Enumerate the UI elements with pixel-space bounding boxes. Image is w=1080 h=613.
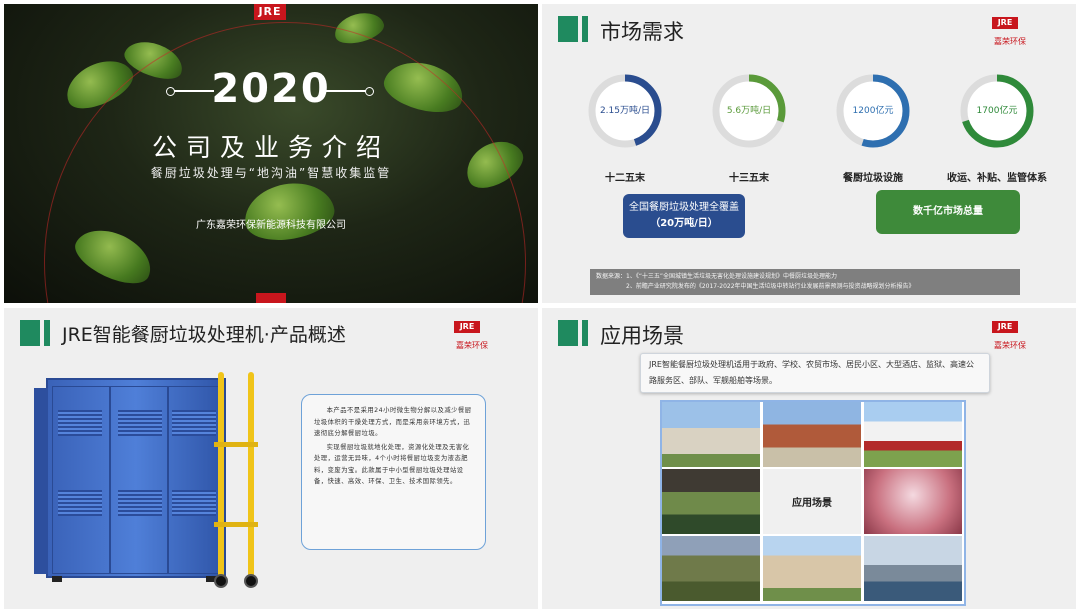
machine-vent bbox=[118, 490, 162, 516]
slide-cover: JRE 2020 公司及业务介绍 餐厨垃圾处理与“地沟油”智慧收集监管 广东嘉荣… bbox=[4, 4, 538, 303]
header-logo: JRE 嘉荣环保 bbox=[992, 17, 1050, 46]
lifter-crossbar bbox=[214, 522, 258, 527]
coverage-button-line1: 全国餐厨垃圾处理全覆盖 bbox=[629, 202, 739, 213]
cover-year: 2020 bbox=[211, 66, 331, 112]
company-logo-text: 嘉荣环保 bbox=[994, 341, 1026, 350]
header-square bbox=[558, 16, 578, 42]
gauge-label: 收运、补贴、监管体系 bbox=[947, 173, 1047, 184]
jre-logo: JRE bbox=[992, 17, 1018, 29]
jre-logo: JRE bbox=[992, 321, 1018, 333]
company-logo-text: 嘉荣环保 bbox=[456, 341, 488, 350]
cover-title: 公司及业务介绍 bbox=[151, 133, 390, 162]
gauge-value: 1200亿元 bbox=[852, 106, 894, 116]
slide-title: JRE智能餐厨垃圾处理机·产品概述 bbox=[62, 324, 346, 346]
header-square-small bbox=[582, 320, 588, 346]
jre-logo: JRE bbox=[454, 321, 480, 333]
residential-community-photo bbox=[763, 536, 861, 601]
machine-foot bbox=[52, 576, 62, 582]
machine-vent bbox=[118, 410, 162, 436]
gauge-label: 十二五末 bbox=[605, 173, 645, 184]
bin-lifter-frame-image bbox=[214, 372, 258, 588]
product-description-paragraph: 实现餐厨垃圾就地化处理，资源化处理及无害化处理，运营无异味，4个小时将餐厨垃圾变… bbox=[314, 443, 470, 486]
lifter-rail bbox=[248, 372, 254, 584]
company-name: 广东嘉荣环保新能源科技有限公司 bbox=[196, 220, 346, 231]
market-total-button[interactable]: 数千亿市场总量 bbox=[876, 190, 1020, 234]
header-square bbox=[20, 320, 40, 346]
hotel-banquet-photo bbox=[864, 469, 962, 534]
gauge-label: 餐厨垃圾设施 bbox=[843, 173, 903, 184]
lifter-wheel bbox=[214, 574, 228, 588]
data-source-line2: 2、前瞻产业研究院发布的《2017-2022年中国生活垃圾中转站行业发展前景预测… bbox=[626, 283, 915, 290]
coverage-button[interactable]: 全国餐厨垃圾处理全覆盖 （20万吨/日） bbox=[623, 194, 745, 238]
header-square-small bbox=[44, 320, 50, 346]
lifter-wheel bbox=[244, 574, 258, 588]
army-photo bbox=[662, 536, 760, 601]
gauge-label: 十三五末 bbox=[729, 173, 769, 184]
gauge-value: 5.6万吨/日 bbox=[726, 106, 772, 116]
product-description-paragraph: 本产品不是采用24小时微生物分解以及减少餐厨垃圾体积的干燥处理方式，而是采用亲环… bbox=[314, 407, 472, 437]
gauge-4: 1700亿元 bbox=[958, 72, 1036, 150]
lifter-rail bbox=[218, 372, 224, 584]
header-square-small bbox=[582, 16, 588, 42]
header-square bbox=[558, 320, 578, 346]
slide-title: 市场需求 bbox=[600, 20, 684, 44]
coverage-button-line2: （20万吨/日） bbox=[650, 218, 718, 229]
cover-red-bar bbox=[256, 293, 286, 303]
machine-vent bbox=[172, 490, 216, 516]
header-logo: JRE 嘉荣环保 bbox=[454, 321, 512, 350]
slide-product-overview: JRE智能餐厨垃圾处理机·产品概述 JRE 嘉荣环保 本产品不是采用24小时微生物… bbox=[4, 308, 538, 609]
gauge-2: 5.6万吨/日 bbox=[710, 72, 788, 150]
cover-subtitle: 餐厨垃圾处理与“地沟油”智慧收集监管 bbox=[150, 166, 392, 180]
slide-application-scenarios: 应用场景 JRE 嘉荣环保 JRE智能餐厨垃圾处理机适用于政府、学校、农贸市场、居… bbox=[542, 308, 1076, 609]
product-description-box: 本产品不是采用24小时微生物分解以及减少餐厨垃圾体积的干燥处理方式，而是采用亲环… bbox=[301, 394, 486, 550]
gauge-value: 2.15万吨/日 bbox=[599, 106, 651, 116]
food-waste-machine-image bbox=[34, 378, 226, 582]
company-logo-text: 嘉荣环保 bbox=[994, 37, 1026, 46]
lifter-crossbar bbox=[214, 442, 258, 447]
scenario-center-label: 应用场景 bbox=[763, 469, 861, 534]
machine-side-panel bbox=[34, 388, 48, 574]
machine-vent bbox=[58, 490, 102, 516]
gauge-1: 2.15万吨/日 bbox=[586, 72, 664, 150]
data-source-note: 数据来源：1、《“十三五”全国城镇生活垃圾无害化处理设施建设规划》中餐厨垃圾处理… bbox=[590, 269, 1020, 295]
gauge-3: 1200亿元 bbox=[834, 72, 912, 150]
data-source-line1: 数据来源：1、《“十三五”全国城镇生活垃圾无害化处理设施建设规划》中餐厨垃圾处理… bbox=[596, 273, 838, 280]
scenario-photo-grid: 应用场景 bbox=[660, 400, 966, 606]
government-building-photo bbox=[662, 402, 760, 467]
machine-vent bbox=[58, 410, 102, 436]
gauge-value: 1700亿元 bbox=[976, 106, 1018, 116]
jre-logo: JRE bbox=[254, 4, 286, 20]
slide-title: 应用场景 bbox=[600, 324, 684, 348]
scenario-intro-box: JRE智能餐厨垃圾处理机适用于政府、学校、农贸市场、居民小区、大型酒店、监狱、高… bbox=[640, 353, 990, 393]
slide-market-demand: 市场需求 JRE 嘉荣环保 2.15万吨/日 5.6万吨/日 1200亿元 170… bbox=[542, 4, 1076, 303]
machine-vent bbox=[172, 410, 216, 436]
header-logo: JRE 嘉荣环保 bbox=[992, 321, 1050, 350]
market-photo bbox=[662, 469, 760, 534]
school-photo bbox=[763, 402, 861, 467]
warship-photo bbox=[864, 536, 962, 601]
office-building-photo bbox=[864, 402, 962, 467]
